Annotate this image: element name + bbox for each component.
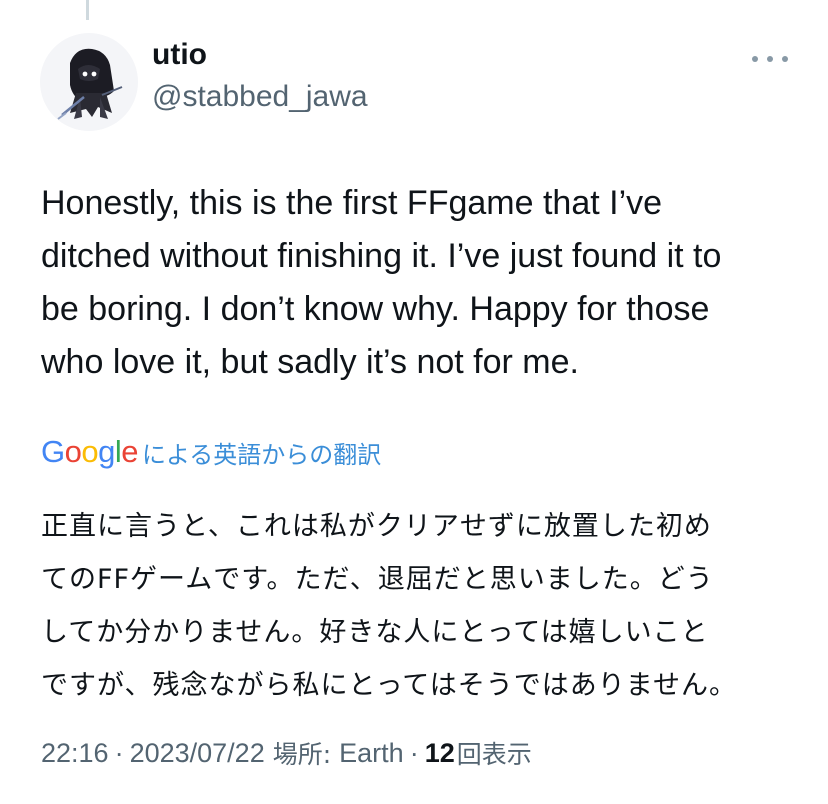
translated-text-line: 正直に言うと、これは私がクリアせずに放置した初め — [41, 511, 712, 542]
translated-text-line: ですが、残念ながら私にとってはそうではありません。 — [41, 670, 737, 701]
views-label: 回表示 — [456, 740, 532, 769]
location-label: 場所: — [272, 740, 332, 769]
bottom-edge — [0, 796, 828, 804]
tweet-text: Honestly, this is the first FFgame that … — [41, 177, 801, 389]
tweet-meta: 22:16 · 2023/07/22 場所: Earth · 12 回表示 — [41, 733, 532, 773]
translated-text-line: してか分かりません。好きな人にとっては嬉しいこと — [41, 617, 709, 648]
avatar[interactable] — [40, 33, 138, 131]
translated-text: 正直に言うと、これは私がクリアせずに放置した初め てのFFゲームです。ただ、退屈… — [41, 500, 801, 712]
tweet-date[interactable]: 2023/07/22 — [130, 738, 265, 769]
tweet-text-line: Honestly, this is the first FFgame that … — [41, 184, 663, 222]
views-count[interactable]: 12 — [425, 738, 455, 769]
more-dot — [752, 56, 758, 62]
tweet-text-line: ditched without finishing it. I’ve just … — [41, 237, 722, 275]
tweet-text-line: be boring. I don’t know why. Happy for t… — [41, 290, 710, 328]
author-display-name[interactable]: utio — [152, 38, 207, 72]
author-handle[interactable]: @stabbed_jawa — [152, 80, 368, 114]
more-dot — [782, 56, 788, 62]
translation-attribution[interactable]: Google による英語からの翻訳 — [41, 432, 381, 472]
translated-text-line: てのFFゲームです。ただ、退屈だと思いました。どう — [41, 564, 714, 595]
more-horizontal-icon[interactable] — [752, 48, 788, 70]
avatar-image — [40, 33, 138, 131]
google-logo: Google — [41, 434, 139, 469]
more-dot — [767, 56, 773, 62]
tweet-time[interactable]: 22:16 — [41, 738, 109, 769]
translation-label[interactable]: による英語からの翻訳 — [142, 435, 381, 470]
location-value: Earth — [339, 737, 404, 768]
thread-connector-line — [86, 0, 89, 20]
separator-dot: · — [409, 737, 419, 768]
separator-dot: · — [114, 737, 124, 768]
tweet-text-line: who love it, but sadly it’s not for me. — [41, 343, 579, 381]
